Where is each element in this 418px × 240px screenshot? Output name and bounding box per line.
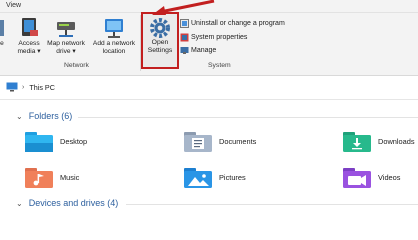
partial-icon — [0, 20, 4, 36]
uninstall-program-label: Uninstall or change a program — [191, 20, 285, 27]
chevron-down-icon: ⌄ — [16, 198, 23, 208]
folder-label: Documents — [219, 136, 257, 146]
music-folder-icon — [25, 168, 53, 188]
breadcrumb-this-pc[interactable]: This PC — [29, 83, 55, 92]
folder-label: Downloads — [378, 136, 415, 146]
folder-label: Videos — [378, 172, 401, 182]
manage-icon — [180, 47, 189, 54]
folder-videos[interactable]: Videos — [343, 166, 400, 188]
add-network-location-label: Add a network location — [92, 40, 136, 55]
devices-section-header[interactable]: ⌄ Devices and drives (4) — [16, 198, 118, 208]
section-divider — [126, 204, 418, 205]
folder-documents[interactable]: Documents — [184, 130, 256, 152]
uninstall-program-button[interactable]: Uninstall or change a program — [180, 19, 285, 28]
network-drive-icon — [57, 22, 75, 37]
desktop-folder-icon — [25, 132, 53, 152]
partial-button-label: e — [0, 40, 4, 47]
folder-label: Music — [60, 172, 80, 182]
map-network-drive-label: Map network drive ▾ — [47, 40, 85, 55]
network-group-label: Network — [64, 62, 89, 69]
uninstall-icon — [180, 19, 189, 28]
system-properties-label: System properties — [191, 34, 248, 41]
folder-label: Pictures — [219, 172, 246, 182]
access-media-icon — [22, 18, 38, 36]
pictures-folder-icon — [184, 168, 212, 188]
open-settings-label: Open Settings — [147, 39, 173, 54]
gear-icon — [150, 18, 170, 38]
ribbon: View e Access media ▾ Map network drive … — [0, 0, 418, 76]
videos-folder-icon — [343, 168, 371, 188]
folders-section-header[interactable]: ⌄ Folders (6) — [16, 111, 72, 121]
system-properties-button[interactable]: System properties — [180, 33, 247, 42]
system-properties-icon — [180, 33, 189, 42]
content-separator — [0, 99, 418, 100]
chevron-down-icon: ⌄ — [16, 111, 23, 121]
view-menu-tab[interactable]: View — [6, 2, 21, 9]
map-network-drive-button[interactable]: Map network drive ▾ — [44, 16, 88, 56]
partial-ribbon-button[interactable]: e — [0, 16, 6, 48]
access-media-button[interactable]: Access media ▾ — [14, 16, 44, 56]
system-group-label: System — [208, 62, 231, 69]
section-divider — [78, 117, 418, 118]
folder-pictures[interactable]: Pictures — [184, 166, 246, 188]
manage-button[interactable]: Manage — [180, 46, 216, 55]
add-network-location-button[interactable]: Add a network location — [88, 16, 140, 56]
folder-music[interactable]: Music — [25, 166, 79, 188]
open-settings-button[interactable]: Open Settings — [141, 12, 179, 69]
folder-label: Desktop — [60, 136, 88, 146]
devices-section-title: Devices and drives (4) — [28, 198, 119, 208]
access-media-label: Access media ▾ — [17, 40, 41, 55]
this-pc-icon — [6, 82, 18, 92]
breadcrumb-chevron-icon: › — [22, 83, 25, 91]
downloads-folder-icon — [343, 132, 371, 152]
folder-downloads[interactable]: Downloads — [343, 130, 415, 152]
manage-label: Manage — [191, 47, 217, 54]
red-arrow-annotation — [152, 0, 215, 15]
address-bar[interactable]: › This PC — [0, 78, 418, 96]
network-location-icon — [105, 19, 123, 38]
folder-desktop[interactable]: Desktop — [25, 130, 87, 152]
documents-folder-icon — [184, 132, 212, 152]
folders-section-title: Folders (6) — [28, 111, 73, 121]
